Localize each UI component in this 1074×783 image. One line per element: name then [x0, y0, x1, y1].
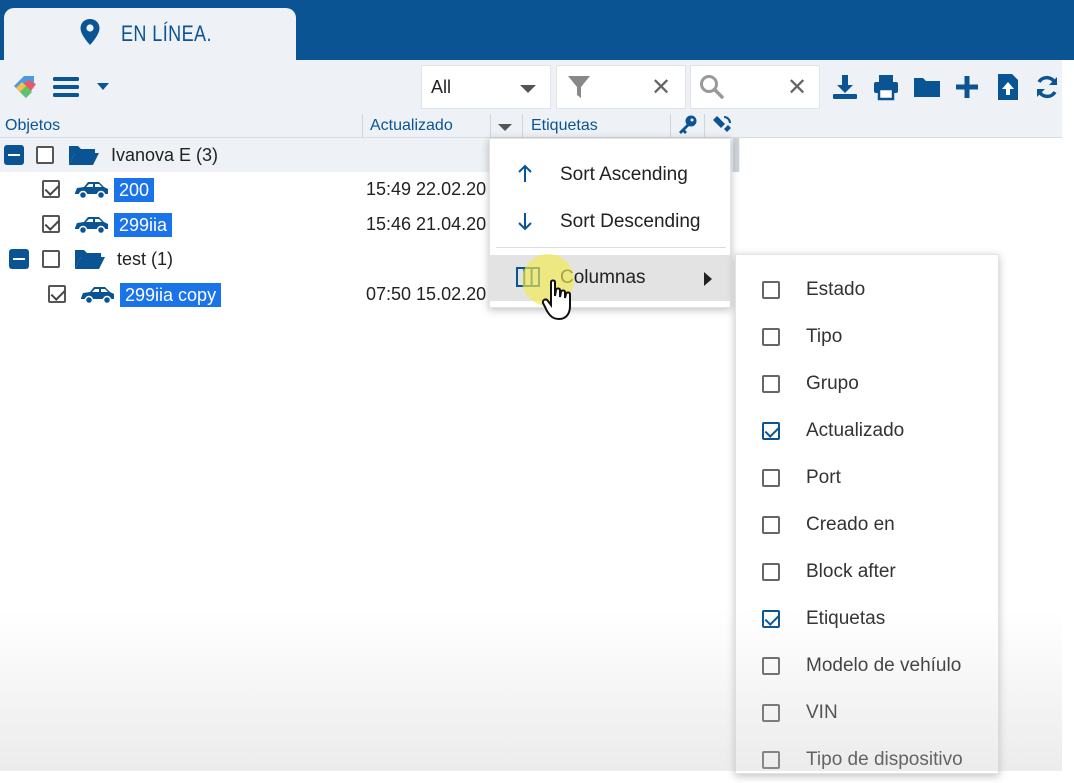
column-checkbox[interactable] [762, 610, 780, 628]
header-etiquetas[interactable]: Etiquetas [531, 117, 598, 135]
status-select[interactable]: All [421, 65, 551, 109]
location-pin-icon [79, 18, 101, 51]
download-icon[interactable] [830, 70, 860, 104]
column-toggle-label: Estado [806, 279, 866, 300]
columns-submenu: Estado Tipo Grupo Actualizado Port Cread… [735, 254, 999, 774]
refresh-icon[interactable] [1033, 70, 1061, 104]
filter-input[interactable]: ✕ [556, 65, 686, 109]
key-icon[interactable] [676, 115, 698, 140]
folder-open-icon [68, 144, 100, 171]
group-label: test (1) [117, 249, 174, 269]
column-toggle-block-after[interactable]: Block after [736, 549, 1000, 595]
column-checkbox[interactable] [762, 751, 780, 769]
column-toggle-label: Tipo [806, 326, 843, 347]
updated-time: 15:46 21.04.20 [366, 214, 487, 234]
print-icon[interactable] [871, 70, 901, 104]
column-toggle-tipo[interactable]: Tipo [736, 314, 1000, 360]
search-icon [699, 74, 725, 105]
row-checkbox[interactable] [48, 285, 66, 303]
hand-cursor-icon [540, 278, 576, 327]
column-toggle-vin[interactable]: VIN [736, 690, 1000, 736]
export-icon[interactable] [995, 70, 1021, 104]
plus-icon[interactable] [953, 70, 981, 104]
column-checkbox[interactable] [762, 563, 780, 581]
tab-label: EN LÍNEA. [120, 21, 212, 46]
column-checkbox[interactable] [762, 516, 780, 534]
group-label: Ivanova E (3) [111, 145, 219, 165]
column-divider [522, 114, 523, 138]
column-header: Objetos Actualizado Etiquetas [0, 114, 1062, 138]
column-toggle-label: Grupo [806, 373, 859, 394]
column-toggle-grupo[interactable]: Grupo [736, 361, 1000, 407]
row-checkbox[interactable] [42, 215, 60, 233]
column-checkbox[interactable] [762, 281, 780, 299]
column-checkbox[interactable] [762, 422, 780, 440]
column-toggle-estado[interactable]: Estado [736, 267, 1000, 313]
column-divider [670, 114, 671, 138]
collapse-button[interactable] [9, 249, 29, 269]
header-objetos[interactable]: Objetos [5, 117, 60, 135]
chevron-right-icon [704, 272, 712, 286]
column-checkbox[interactable] [762, 657, 780, 675]
select-value: All [431, 76, 452, 97]
object-name[interactable]: 200 [114, 178, 155, 202]
car-icon [72, 215, 110, 240]
menu-item-label: Sort Descending [560, 211, 701, 232]
tab-online[interactable]: EN LÍNEA. [4, 8, 296, 60]
menu-item-sort-descending[interactable]: Sort Descending [490, 199, 732, 245]
search-input[interactable]: ✕ [690, 65, 820, 109]
filter-icon [567, 74, 591, 105]
column-toggle-label: Etiquetas [806, 608, 886, 629]
object-name[interactable]: 299iia copy [120, 283, 222, 307]
close-icon[interactable]: ✕ [651, 76, 671, 100]
column-toggle-creado-en[interactable]: Creado en [736, 502, 1000, 548]
folder-icon[interactable] [912, 70, 942, 104]
column-divider [362, 114, 363, 138]
column-checkbox[interactable] [762, 704, 780, 722]
close-icon[interactable]: ✕ [787, 76, 807, 100]
column-toggle-label: VIN [806, 702, 838, 723]
updated-time: 15:49 22.02.20 [366, 179, 487, 199]
menu-icon[interactable] [52, 70, 80, 104]
menu-item-sort-ascending[interactable]: Sort Ascending [490, 152, 732, 198]
row-checkbox[interactable] [42, 250, 60, 268]
car-icon [78, 285, 116, 310]
header-actualizado[interactable]: Actualizado [370, 117, 453, 135]
folder-open-icon [74, 248, 106, 275]
updated-time: 07:50 15.02.20 [366, 284, 487, 304]
menu-item-label: Sort Ascending [560, 164, 688, 185]
scrollbar[interactable] [733, 138, 739, 172]
row-checkbox[interactable] [36, 146, 54, 164]
column-divider [490, 114, 491, 138]
object-name[interactable]: 299iia [114, 213, 173, 237]
row-checkbox[interactable] [42, 180, 60, 198]
column-toggle-actualizado[interactable]: Actualizado [736, 408, 1000, 454]
right-edge [1062, 0, 1074, 771]
column-checkbox[interactable] [762, 469, 780, 487]
collapse-button[interactable] [4, 145, 24, 165]
column-toggle-label: Tipo de dispositivo [806, 749, 963, 770]
menu-divider [496, 247, 726, 248]
column-toggle-label: Creado en [806, 514, 895, 535]
chevron-down-icon[interactable] [96, 70, 110, 104]
column-divider [704, 114, 705, 138]
arrow-up-icon [516, 164, 534, 190]
column-checkbox[interactable] [762, 328, 780, 346]
tag-icon[interactable] [10, 70, 40, 104]
column-toggle-label: Port [806, 467, 841, 488]
column-menu-trigger[interactable] [498, 124, 512, 131]
column-toggle-etiquetas[interactable]: Etiquetas [736, 596, 1000, 642]
column-toggle-label: Modelo de vehíulo [806, 655, 962, 676]
car-icon [72, 180, 110, 205]
arrow-down-icon [516, 211, 534, 237]
column-toggle-port[interactable]: Port [736, 455, 1000, 501]
column-toggle-label: Actualizado [806, 420, 905, 441]
column-checkbox[interactable] [762, 375, 780, 393]
satellite-icon[interactable] [710, 114, 734, 141]
column-toggle-label: Block after [806, 561, 896, 582]
column-toggle-tipo-dispositivo[interactable]: Tipo de dispositivo [736, 737, 1000, 783]
column-toggle-modelo[interactable]: Modelo de vehíulo [736, 643, 1000, 689]
chevron-down-icon [520, 85, 536, 93]
